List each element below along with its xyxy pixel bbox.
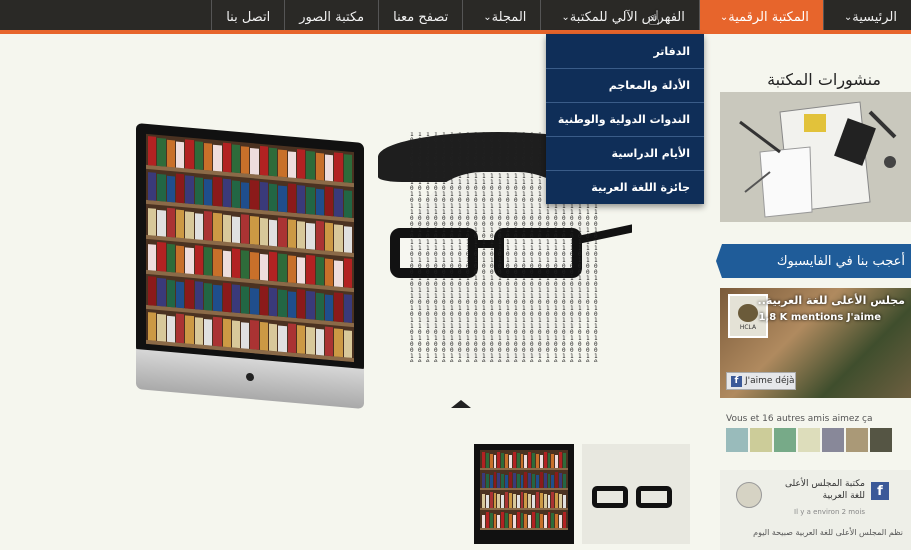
fb-post-text: نظم المجلس الأعلى للغة العربية صبيحة الي…	[753, 528, 903, 537]
fb-likes-count: 1,8 K mentions J'aime	[758, 312, 881, 323]
dropdown-item-arabic-prize[interactable]: جائزة اللغة العربية	[546, 170, 704, 204]
nav-catalog[interactable]: الفهرس الآلي للمكتبة ⌄	[540, 0, 698, 34]
fb-friends-avatars	[726, 428, 892, 452]
dropdown-item-study-days[interactable]: الأيام الدراسية	[546, 136, 704, 170]
sidebar: منشورات المكتبة أعجب بنا في الفايسبوك HC…	[712, 34, 911, 550]
nav-browse[interactable]: تصفح معنا	[378, 0, 462, 34]
fb-post-avatar[interactable]	[736, 482, 762, 508]
fb-post: f مكتبة المجلس الأعلى للغة العربية Il y …	[720, 470, 911, 550]
slide-thumbnail-face[interactable]	[582, 444, 690, 544]
fb-friends-text: Vous et 16 autres amis aimez ça	[726, 414, 873, 424]
friend-avatar[interactable]	[846, 428, 868, 452]
friend-avatar[interactable]	[726, 428, 748, 452]
publications-image[interactable]	[720, 92, 911, 222]
monitor-image	[136, 123, 364, 413]
nav-digital-library[interactable]: المكتبة الرقمية ⌄	[698, 0, 823, 34]
facebook-title-bar: أعجب بنا في الفايسبوك	[716, 244, 911, 278]
chevron-down-icon: ⌄	[719, 11, 729, 23]
nav-journal[interactable]: المجلة ⌄	[462, 0, 540, 34]
main-navbar: الرئيسية ⌄ المكتبة الرقمية ⌄ الفهرس الآلي لل…	[0, 0, 911, 34]
dropdown-item-notebooks[interactable]: الدفاتر	[546, 34, 704, 68]
fb-page-name[interactable]: مجلس الأعلى للغة العربية..	[758, 294, 905, 307]
nav-contact[interactable]: اتصل بنا	[211, 0, 284, 34]
friend-avatar[interactable]	[870, 428, 892, 452]
publications-title: منشورات المكتبة	[767, 70, 881, 89]
friend-avatar[interactable]	[822, 428, 844, 452]
facebook-page-card[interactable]: HCLA مجلس الأعلى للغة العربية.. 1,8 K me…	[720, 288, 911, 398]
chevron-down-icon: ⌄	[843, 11, 853, 23]
fb-post-time[interactable]: Il y a environ 2 mois	[794, 508, 865, 516]
nav-home[interactable]: الرئيسية ⌄	[822, 0, 911, 34]
friend-avatar[interactable]	[750, 428, 772, 452]
dropdown-item-conferences[interactable]: الندوات الدولية والوطنية	[546, 102, 704, 136]
slide-thumbnail-library[interactable]	[474, 444, 574, 544]
fb-post-author[interactable]: مكتبة المجلس الأعلى للغة العربية	[775, 478, 865, 502]
hand-cursor-icon: ☝	[648, 6, 661, 30]
friend-avatar[interactable]	[798, 428, 820, 452]
nav-photo-library[interactable]: مكتبة الصور	[284, 0, 378, 34]
digital-library-dropdown: الدفاتر الأدلة والمعاجم الندوات الدولية وا…	[546, 34, 704, 204]
carousel-indicator-arrow[interactable]	[451, 400, 471, 408]
chevron-down-icon: ⌄	[561, 11, 570, 23]
facebook-icon: f	[731, 375, 742, 387]
dropdown-item-guides-dictionaries[interactable]: الأدلة والمعاجم	[546, 68, 704, 102]
friend-avatar[interactable]	[774, 428, 796, 452]
facebook-icon[interactable]: f	[871, 482, 889, 500]
fb-like-button[interactable]: f J'aime déjà	[726, 372, 796, 390]
chevron-down-icon: ⌄	[483, 11, 492, 23]
